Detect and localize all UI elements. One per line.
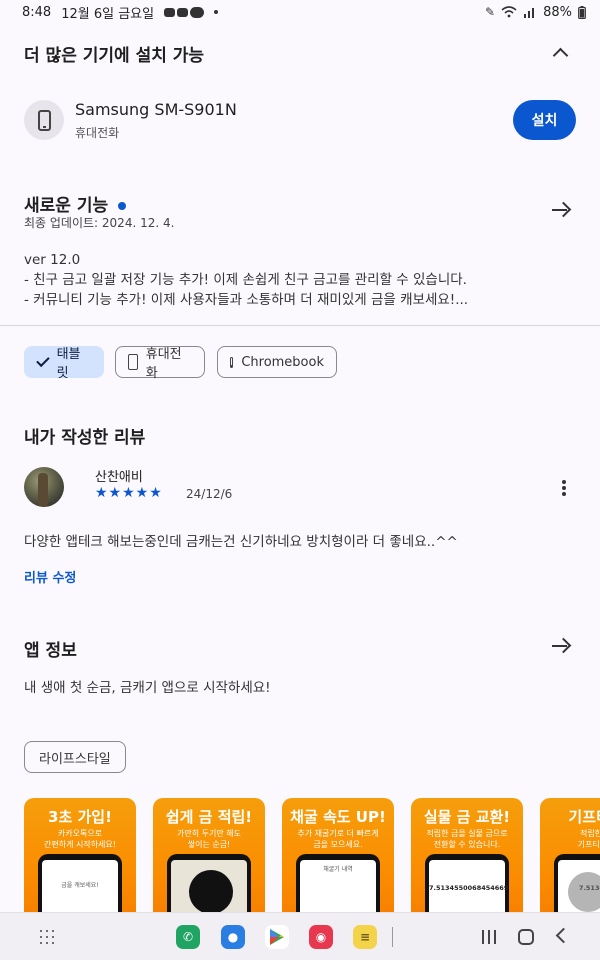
phone-icon xyxy=(37,109,51,131)
collapse-chevron-up-icon[interactable] xyxy=(550,42,570,62)
whats-new-title-text: 새로운 기능 xyxy=(24,196,109,216)
camera-app-icon[interactable]: ◉ xyxy=(309,925,333,949)
new-indicator-dot xyxy=(118,202,127,210)
screenshot-subtitle: 추가 채굴기로 더 빠르게 금을 모으세요. xyxy=(297,829,379,849)
whats-new-title[interactable]: 새로운 기능 xyxy=(24,191,127,216)
screenshot-screen-text: 7.5134550068454669 xyxy=(429,884,509,892)
install-section-title: 더 많은 기기에 설치 가능 xyxy=(24,46,205,66)
screenshot-carousel[interactable]: 3초 가입! 카카오톡으로 간편하게 시작하세요! 금을 캐보세요! 쉽게 금 … xyxy=(24,798,600,914)
reviewer-name: 산찬애비 xyxy=(95,470,143,485)
device-avatar xyxy=(24,100,64,140)
system-nav-bar: ✆ ● ◉ ≡ xyxy=(0,912,600,960)
battery-level: 88% xyxy=(543,4,572,20)
screenshot-screen-text: 채굴기 내역 xyxy=(323,866,353,873)
more-notifications-dot xyxy=(214,10,219,14)
recent-apps-button[interactable] xyxy=(482,930,496,944)
screenshot-title: 3초 가입! xyxy=(48,808,112,826)
rating-stars: ★★★★★ xyxy=(95,485,163,501)
chip-phone-label: 휴대전화 xyxy=(145,347,182,381)
install-button[interactable]: 설치 xyxy=(513,100,576,140)
chip-chromebook-label: Chromebook xyxy=(241,354,324,370)
screenshot-subtitle: 적립한 금을 실물 금으로 전환할 수 있습니다. xyxy=(426,829,508,849)
review-more-menu-icon[interactable] xyxy=(560,478,568,498)
screenshot-title: 기프티콘 xyxy=(568,808,600,826)
dock-separator xyxy=(392,927,393,947)
last-updated: 최종 업데이트: 2024. 12. 4. xyxy=(24,216,175,230)
device-row: Samsung SM-S901N 휴대전화 설치 xyxy=(24,98,576,142)
notes-app-icon[interactable]: ≡ xyxy=(353,925,377,949)
wifi-icon xyxy=(501,6,517,18)
screenshot-subtitle: 가만히 두기만 해도 쌓이는 순금! xyxy=(177,829,241,849)
mining-dial xyxy=(189,870,233,914)
battery-icon xyxy=(578,5,586,19)
youtube-icon xyxy=(177,7,189,17)
chip-phone[interactable]: 휴대전화 xyxy=(115,346,205,381)
screenshot-phone-frame: 채굴기 내역 xyxy=(296,854,380,914)
chip-tablet[interactable]: 태블릿 xyxy=(24,346,104,381)
phone-app-icon[interactable]: ✆ xyxy=(176,925,200,949)
status-date: 12월 6일 금요일 xyxy=(61,6,155,22)
chip-tablet-label: 태블릿 xyxy=(56,347,81,381)
status-time: 8:48 xyxy=(22,4,52,20)
screenshot-subtitle: 카카오톡으로 간편하게 시작하세요! xyxy=(44,829,116,849)
app-description: 내 생애 첫 순금, 금캐기 앱으로 시작하세요! xyxy=(24,680,271,696)
screenshot-title: 실물 금 교환! xyxy=(423,808,511,826)
whats-new-arrow-icon[interactable] xyxy=(549,199,571,221)
app-drawer-icon[interactable] xyxy=(40,930,54,944)
my-review-title: 내가 작성한 리뷰 xyxy=(24,428,146,448)
screenshot-phone-frame: 금을 캐보세요! xyxy=(38,854,122,914)
screenshot-phone-frame xyxy=(167,854,251,914)
reviewer-avatar xyxy=(24,467,64,507)
pen-icon: ✎ xyxy=(485,5,496,19)
category-chip[interactable]: 라이프스타일 xyxy=(24,741,126,773)
check-icon xyxy=(36,353,50,368)
kakaotalk-icon xyxy=(190,6,205,18)
review-date: 24/12/6 xyxy=(186,487,233,501)
screenshot-screen-text: 금을 캐보세요! xyxy=(61,882,99,889)
status-bar: 8:48 12월 6일 금요일 ✎ 88% xyxy=(0,0,600,24)
app-info-title[interactable]: 앱 정보 xyxy=(24,636,77,661)
screenshot-card[interactable]: 실물 금 교환! 적립한 금을 실물 금으로 전환할 수 있습니다. 7.513… xyxy=(411,798,523,914)
screenshot-card[interactable]: 쉽게 금 적립! 가만히 두기만 해도 쌓이는 순금! xyxy=(153,798,265,914)
play-store-icon[interactable] xyxy=(265,925,289,949)
home-button[interactable] xyxy=(518,929,534,945)
edit-review-link[interactable]: 리뷰 수정 xyxy=(24,567,76,586)
screenshot-phone-frame: 7.5134550068454669 xyxy=(425,854,509,914)
review-text: 다양한 앱테크 해보는중인데 금캐는건 신기하네요 방치형이라 더 좋네요..^… xyxy=(24,534,458,550)
screenshot-card[interactable]: 3초 가입! 카카오톡으로 간편하게 시작하세요! 금을 캐보세요! xyxy=(24,798,136,914)
changelog-line-2: - 커뮤니티 기능 추가! 이제 사용자들과 소통하며 더 재미있게 금을 캐보… xyxy=(24,292,469,308)
messages-app-icon[interactable]: ● xyxy=(221,925,245,949)
youtube-icon xyxy=(164,7,176,17)
laptop-icon xyxy=(230,356,234,368)
screenshot-card[interactable]: 채굴 속도 UP! 추가 채굴기로 더 빠르게 금을 모으세요. 채굴기 내역 xyxy=(282,798,394,914)
chip-chromebook[interactable]: Chromebook xyxy=(217,346,337,378)
device-name: Samsung SM-S901N xyxy=(75,100,237,119)
screenshot-title: 채굴 속도 UP! xyxy=(290,808,386,826)
back-button[interactable] xyxy=(555,927,572,944)
notification-icons xyxy=(164,6,205,18)
signal-icon xyxy=(524,8,535,18)
screenshot-title: 쉽게 금 적립! xyxy=(165,808,253,826)
device-type: 휴대전화 xyxy=(75,126,120,140)
app-info-arrow-icon[interactable] xyxy=(549,635,571,657)
changelog-line-1: - 친구 금고 일괄 저장 기능 추가! 이제 손쉽게 친구 금고를 관리할 수… xyxy=(24,272,467,288)
screenshot-subtitle: 적립한 금 기프티콘을 xyxy=(577,829,600,849)
floating-overlay-button[interactable] xyxy=(568,872,600,912)
version-text: ver 12.0 xyxy=(24,252,81,268)
phone-icon xyxy=(128,354,138,370)
section-divider xyxy=(0,325,600,326)
